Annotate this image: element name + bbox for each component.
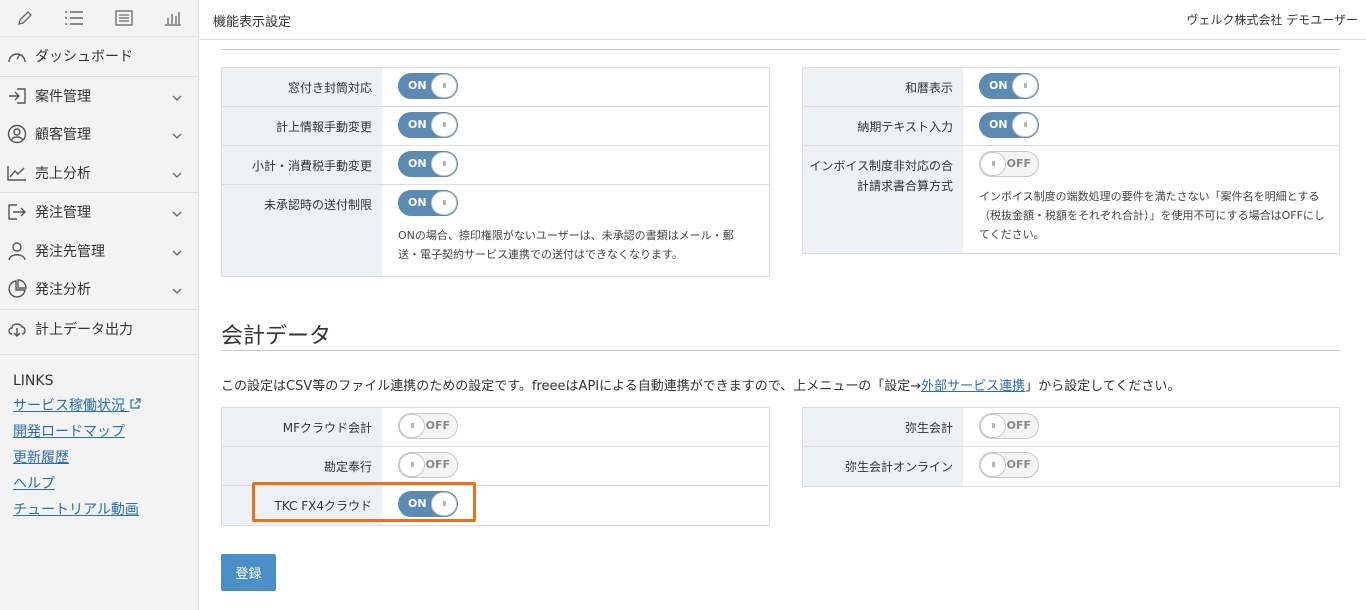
chevron-down-icon <box>172 90 182 106</box>
setting-row: インボイス制度非対応の合計請求書合算方式 III OFF インボイス制度の端数処理… <box>803 146 1339 253</box>
cloud-download-icon <box>7 319 29 339</box>
link-changelog[interactable]: 更新履歴 <box>13 445 185 471</box>
chevron-down-icon <box>172 283 182 299</box>
setting-row: 和暦表示 ON III <box>803 68 1339 107</box>
setting-label: 未承認時の送付制限 <box>222 185 382 276</box>
sidebar: ダッシュボード 案件管理 顧客管理 売上分析 発注管理 発注先管理 発注分析 計… <box>0 0 199 610</box>
links-title: LINKS <box>13 373 54 389</box>
setting-row: 窓付き封筒対応 ON III <box>222 68 769 107</box>
list-icon[interactable] <box>50 10 100 26</box>
pencil-icon[interactable] <box>0 10 50 26</box>
accounting-notice: この設定はCSV等のファイル連携のための設定です。freeeはAPIによる自動連… <box>221 379 1181 394</box>
pie-chart-icon <box>7 279 29 299</box>
settings-panel-right: 和暦表示 ON III 納期テキスト入力 ON III インボイス制度非対応の合計請… <box>802 67 1340 254</box>
chevron-down-icon <box>172 167 182 183</box>
login-icon <box>7 86 29 106</box>
links-section: LINKS サービス稼働状況 開発ロードマップ 更新履歴 ヘルプ チュートリアル… <box>0 355 198 523</box>
sidebar-toolbar <box>0 0 198 37</box>
header: 機能表示設定 ヴェルク株式会社 デモユーザー <box>200 0 1366 40</box>
accounting-panel-right: 弥生会計 III OFF 弥生会計オンライン III OFF <box>802 407 1340 487</box>
toggle-switch[interactable]: ON III <box>398 190 458 216</box>
sidebar-item-dashboard[interactable]: ダッシュボード <box>0 37 198 76</box>
toggle-switch[interactable]: ON III <box>398 151 458 177</box>
external-service-link[interactable]: 外部サービス連携 <box>921 379 1025 394</box>
submit-button[interactable]: 登録 <box>221 554 276 591</box>
sidebar-item-label: 発注先管理 <box>35 243 105 260</box>
setting-row: 納期テキスト入力 ON III <box>803 107 1339 146</box>
sidebar-item-order-analysis[interactable]: 発注分析 <box>0 270 198 309</box>
sidebar-item-orders[interactable]: 発注管理 <box>0 193 198 232</box>
main-content: 窓付き封筒対応 ON III 計上情報手動変更 ON III 小計・消費税手動変更 … <box>200 41 1366 610</box>
setting-row: 勘定奉行 III OFF <box>222 447 769 486</box>
page-title: 機能表示設定 <box>213 15 292 30</box>
setting-label: 弥生会計 <box>803 408 963 446</box>
toggle-switch[interactable]: ON III <box>979 112 1039 138</box>
list-box-icon[interactable] <box>99 10 149 26</box>
section-title-accounting: 会計データ <box>221 324 332 349</box>
sidebar-item-suppliers[interactable]: 発注先管理 <box>0 232 198 271</box>
setting-label: 計上情報手動変更 <box>222 107 382 145</box>
setting-label: 小計・消費税手動変更 <box>222 146 382 184</box>
sidebar-item-sales-analysis[interactable]: 売上分析 <box>0 154 198 193</box>
setting-label: 弥生会計オンライン <box>803 447 963 486</box>
arrow-box-icon <box>7 202 29 222</box>
sidebar-item-label: 案件管理 <box>35 88 91 105</box>
setting-row: 弥生会計 III OFF <box>803 408 1339 447</box>
bar-chart-icon[interactable] <box>149 10 199 26</box>
setting-label: 勘定奉行 <box>222 447 382 485</box>
link-tutorial[interactable]: チュートリアル動画 <box>13 497 185 523</box>
settings-panel-left: 窓付き封筒対応 ON III 計上情報手動変更 ON III 小計・消費税手動変更 … <box>221 67 770 277</box>
toggle-switch[interactable]: ON III <box>979 73 1039 99</box>
toggle-switch[interactable]: ON III <box>398 112 458 138</box>
chevron-down-icon <box>172 245 182 261</box>
user-circle-icon <box>7 124 29 144</box>
toggle-switch[interactable]: III OFF <box>398 413 458 439</box>
toggle-switch[interactable]: III OFF <box>979 151 1039 177</box>
person-icon <box>7 241 29 261</box>
sidebar-item-label: 発注分析 <box>35 282 91 299</box>
gauge-icon <box>7 46 29 66</box>
sidebar-item-label: 発注管理 <box>35 205 91 222</box>
link-roadmap[interactable]: 開発ロードマップ <box>13 419 185 445</box>
section-divider <box>221 350 1341 351</box>
link-help[interactable]: ヘルプ <box>13 471 185 497</box>
toggle-switch[interactable]: III OFF <box>979 413 1039 439</box>
setting-label: 窓付き封筒対応 <box>222 68 382 106</box>
setting-row: 未承認時の送付制限 ON III ONの場合、捺印権限がないユーザーは、未承認の書… <box>222 185 769 276</box>
chevron-down-icon <box>172 206 182 222</box>
sidebar-item-export[interactable]: 計上データ出力 <box>0 310 198 349</box>
setting-label: 納期テキスト入力 <box>803 107 963 145</box>
setting-row: MFクラウド会計 III OFF <box>222 408 769 447</box>
sidebar-item-label: ダッシュボード <box>35 49 133 66</box>
toggle-switch[interactable]: ON III <box>398 73 458 99</box>
setting-label: MFクラウド会計 <box>222 408 382 446</box>
setting-row: 計上情報手動変更 ON III <box>222 107 769 146</box>
sidebar-item-label: 売上分析 <box>35 165 91 182</box>
divider <box>221 49 1341 50</box>
setting-description: インボイス制度の端数処理の要件を満たさない「案件名を明細とする（税抜金額・税額を… <box>979 190 1325 241</box>
sidebar-item-projects[interactable]: 案件管理 <box>0 77 198 116</box>
sidebar-item-label: 顧客管理 <box>35 127 91 144</box>
highlight-box <box>252 482 476 522</box>
line-chart-icon <box>7 163 29 183</box>
setting-label: インボイス制度非対応の合計請求書合算方式 <box>803 146 963 253</box>
toggle-switch[interactable]: III OFF <box>398 452 458 478</box>
setting-row: 弥生会計オンライン III OFF <box>803 447 1339 486</box>
external-link-icon <box>130 398 142 409</box>
link-service-status[interactable]: サービス稼働状況 <box>13 393 185 419</box>
chevron-down-icon <box>172 128 182 144</box>
toggle-switch[interactable]: III OFF <box>979 452 1039 478</box>
setting-description: ONの場合、捺印権限がないユーザーは、未承認の書類はメール・郵送・電子契約サービ… <box>398 229 734 261</box>
user-name[interactable]: ヴェルク株式会社 デモユーザー <box>1186 11 1358 28</box>
sidebar-item-customers[interactable]: 顧客管理 <box>0 115 198 154</box>
setting-row: 小計・消費税手動変更 ON III <box>222 146 769 185</box>
sidebar-item-label: 計上データ出力 <box>35 321 133 338</box>
setting-label: 和暦表示 <box>803 68 963 106</box>
